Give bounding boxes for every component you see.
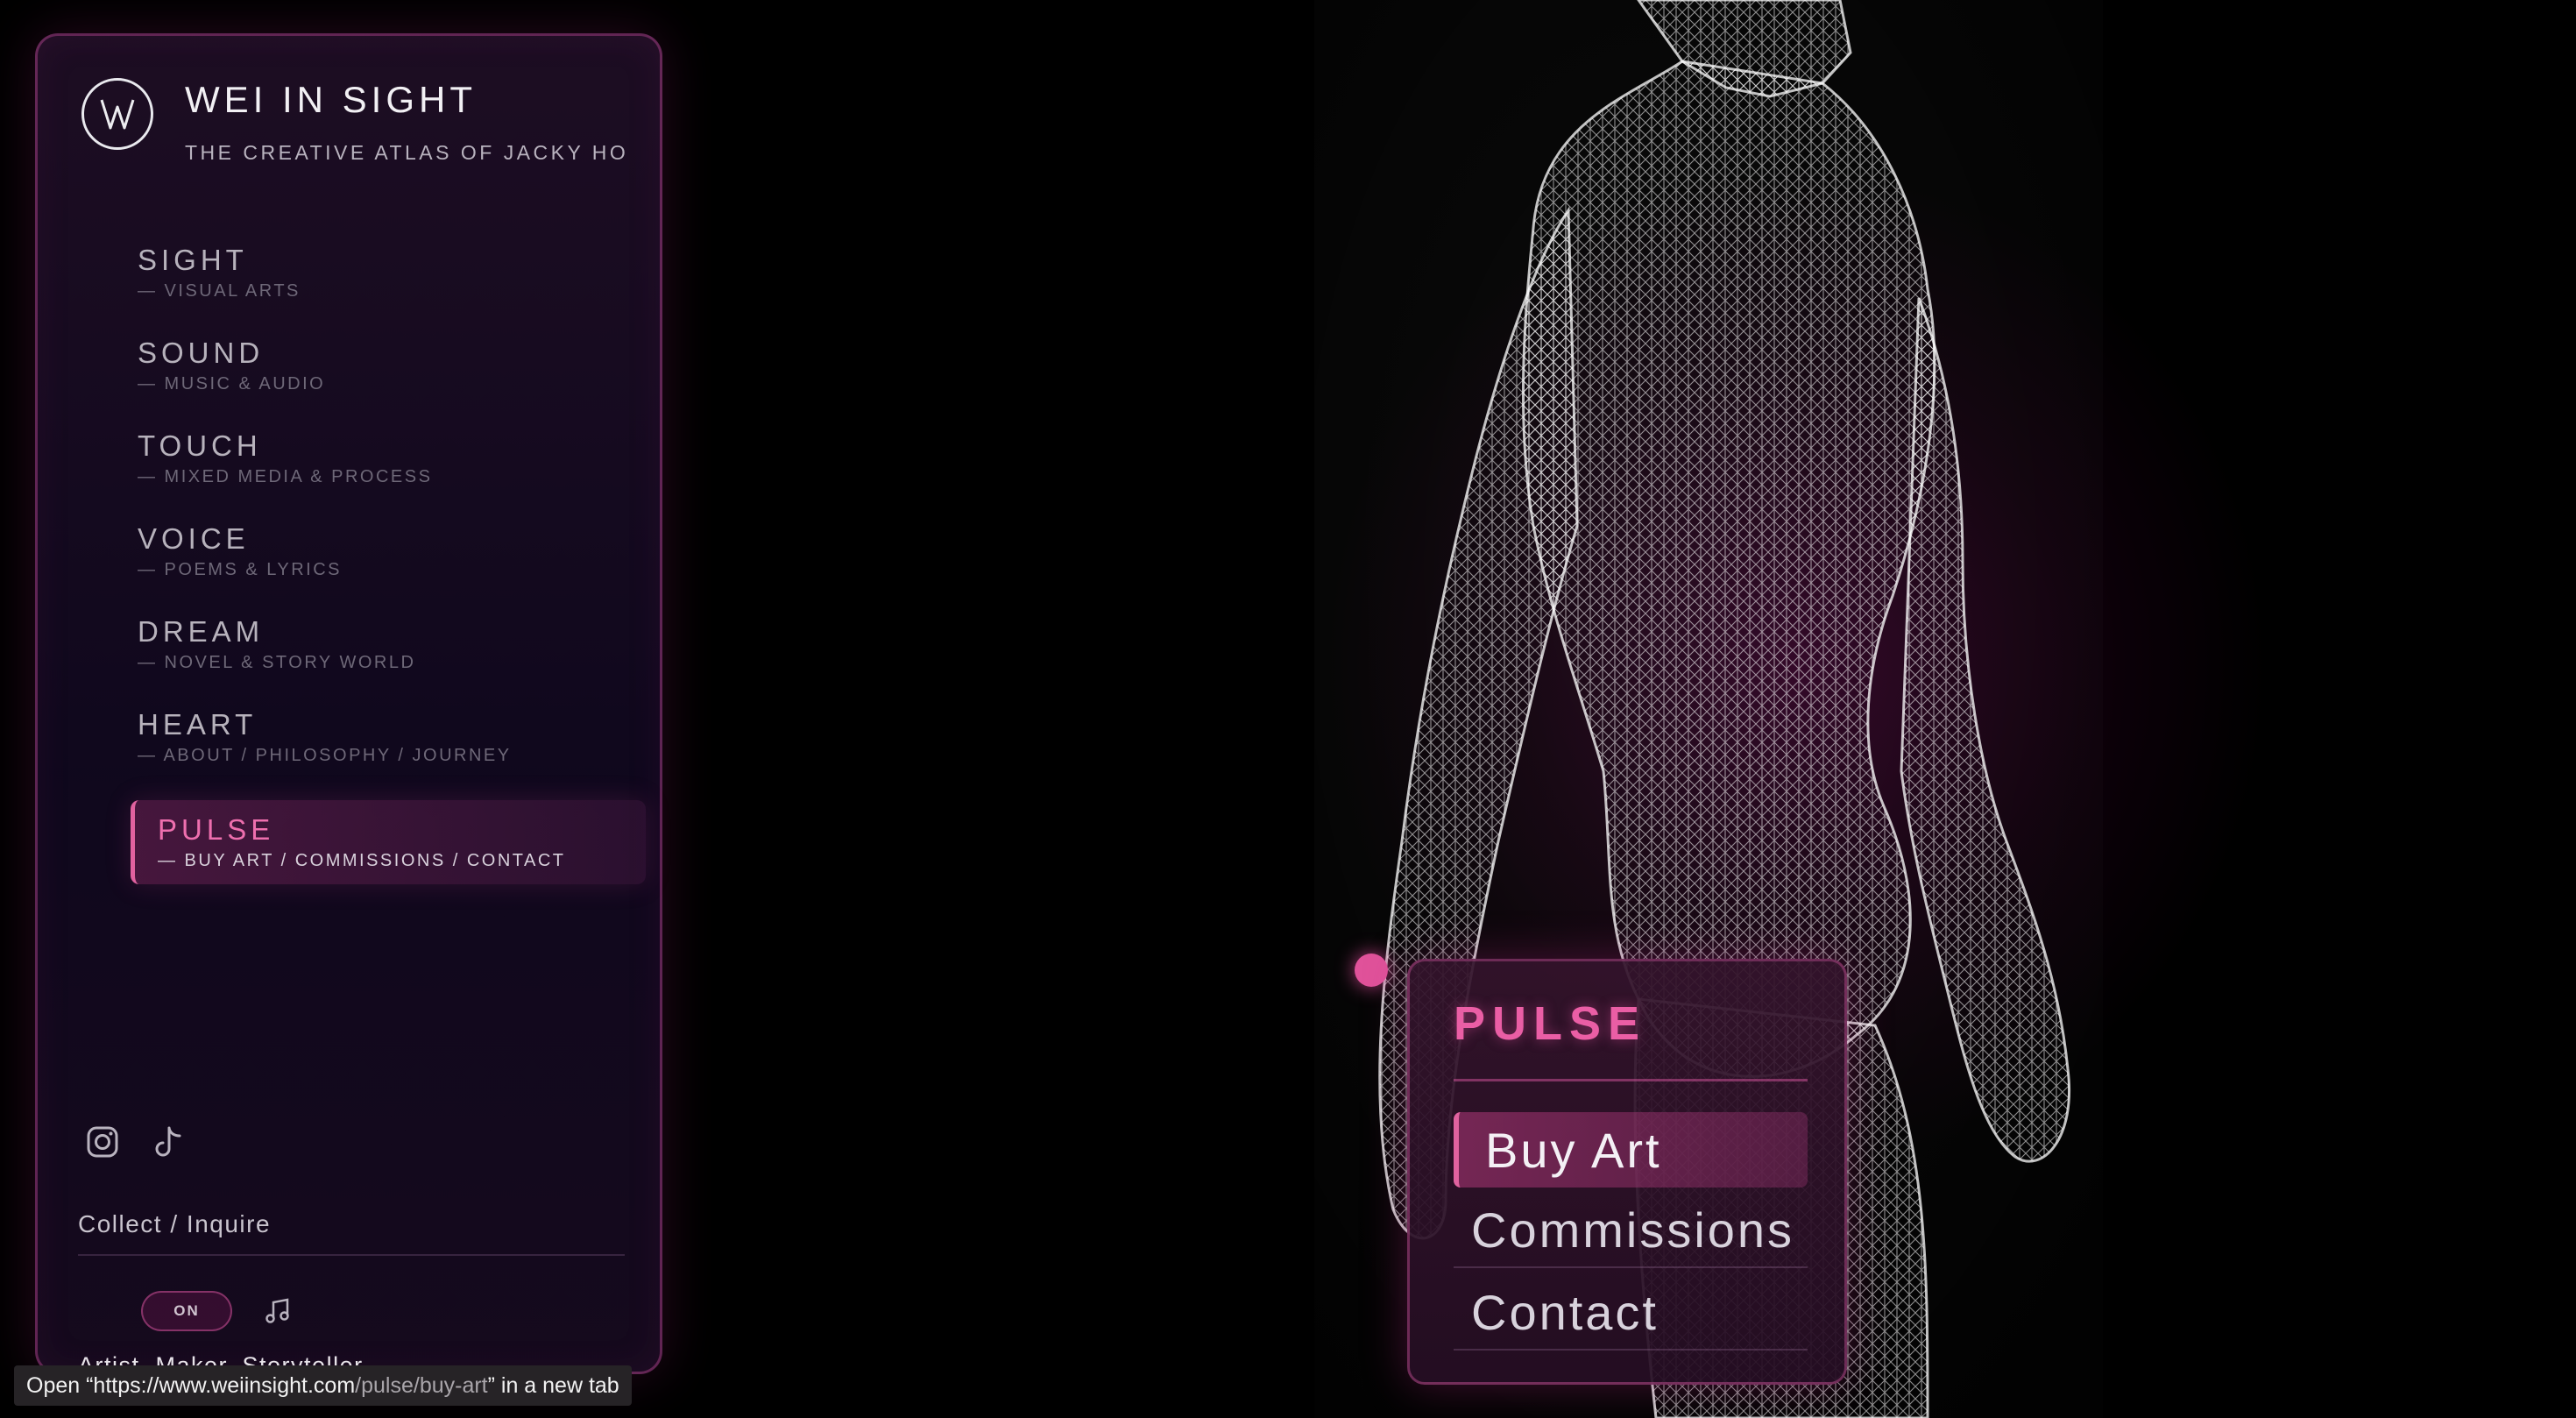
sound-toggle[interactable]: ON [141,1291,232,1331]
nav-item-title: SIGHT [138,244,248,276]
nav-item-subtitle: — MIXED MEDIA & PROCESS [138,467,433,486]
status-url-suffix: ” in a new tab [487,1372,619,1398]
link-status-bar: Open “https://www.weiinsight.com/pulse/b… [14,1365,632,1406]
sidebar-panel: WEI IN SIGHT THE CREATIVE ATLAS OF JACKY… [35,33,662,1379]
nav-item-subtitle: — VISUAL ARTS [138,281,301,301]
nav-item-pulse[interactable]: PULSE — BUY ART / COMMISSIONS / CONTACT [131,800,646,884]
nav-item-title: DREAM [138,615,265,648]
nav-item-subtitle: — MUSIC & AUDIO [138,374,326,393]
divider [78,1254,625,1256]
site-title[interactable]: WEI IN SIGHT [185,82,628,118]
page: WEI IN SIGHT THE CREATIVE ATLAS OF JACKY… [0,0,2576,1418]
collect-inquire-link[interactable]: Collect / Inquire [78,1210,271,1238]
nav-item-dream[interactable]: DREAM — NOVEL & STORY WORLD [94,614,646,707]
nav-item-title: PULSE [158,813,275,846]
nav-item-subtitle: — BUY ART / COMMISSIONS / CONTACT [158,851,566,870]
status-url-prefix: Open “https://www.weiinsight.com [26,1372,356,1398]
site-subtitle: THE CREATIVE ATLAS OF JACKY HO [185,141,629,164]
contact-menu-item[interactable]: Contact [1454,1275,1808,1351]
pulse-hotspot[interactable] [1355,954,1388,987]
nav-item-title: VOICE [138,522,250,555]
sound-controls: ON [141,1291,297,1331]
nav-item-title: HEART [138,708,258,741]
nav-item-title: SOUND [138,337,265,369]
brand: WEI IN SIGHT THE CREATIVE ATLAS OF JACKY… [81,78,628,165]
pulse-popup-menu: PULSE Buy Art Commissions Contact [1407,959,1847,1385]
main-nav: SIGHT — VISUAL ARTS SOUND — MUSIC & AUDI… [94,243,646,884]
tiktok-icon[interactable] [150,1123,188,1161]
divider [1454,1079,1808,1081]
w-monogram-logo[interactable] [81,78,153,150]
nav-item-touch[interactable]: TOUCH — MIXED MEDIA & PROCESS [94,429,646,521]
social-links [83,1123,188,1161]
nav-item-subtitle: — POEMS & LYRICS [138,560,343,579]
music-note-icon[interactable] [258,1292,297,1330]
commissions-menu-item[interactable]: Commissions [1454,1193,1808,1268]
nav-item-title: TOUCH [138,429,262,462]
buy-art-menu-item[interactable]: Buy Art [1454,1112,1808,1188]
nav-item-subtitle: — NOVEL & STORY WORLD [138,653,416,672]
nav-item-heart[interactable]: HEART — ABOUT / PHILOSOPHY / JOURNEY [94,707,646,800]
nav-item-voice[interactable]: VOICE — POEMS & LYRICS [94,521,646,614]
status-url-path: /pulse/buy-art [355,1372,488,1398]
nav-item-subtitle: — ABOUT / PHILOSOPHY / JOURNEY [138,746,512,765]
nav-item-sound[interactable]: SOUND — MUSIC & AUDIO [94,336,646,429]
popup-title: PULSE [1454,997,1647,1050]
instagram-icon[interactable] [83,1123,122,1161]
nav-item-sight[interactable]: SIGHT — VISUAL ARTS [94,243,646,336]
